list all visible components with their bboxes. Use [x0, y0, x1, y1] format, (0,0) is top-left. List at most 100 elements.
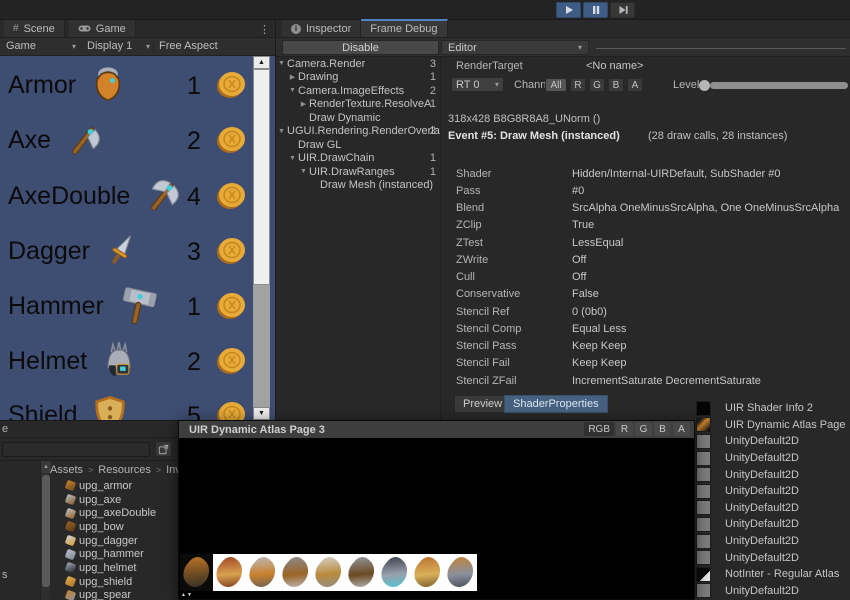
- atlas-channel-g-button[interactable]: G: [635, 422, 652, 436]
- search-input[interactable]: [2, 442, 150, 457]
- tree-row[interactable]: ▼UIR.DrawChain1: [276, 152, 440, 166]
- tree-row[interactable]: ▼UGUI.Rendering.RenderOverla2: [276, 125, 440, 139]
- asset-item[interactable]: upg_shield: [50, 575, 178, 589]
- asset-item[interactable]: upg_axe: [50, 493, 178, 507]
- list-item-armor[interactable]: Armor: [8, 63, 130, 107]
- levels-slider-track[interactable]: [710, 82, 848, 89]
- texture-list-item[interactable]: UnityDefault2D: [696, 433, 850, 450]
- breadcrumb-resources[interactable]: Resources: [98, 464, 151, 476]
- target-label: Editor: [448, 42, 477, 54]
- texture-list-item[interactable]: UnityDefault2D: [696, 483, 850, 500]
- list-item-dagger[interactable]: Dagger: [8, 229, 142, 273]
- disable-button[interactable]: Disable: [282, 40, 439, 55]
- texture-list-item[interactable]: UnityDefault2D: [696, 466, 850, 483]
- tree-row[interactable]: ▶RenderTexture.ResolveA1: [276, 98, 440, 112]
- list-item-shield[interactable]: Shield: [8, 393, 132, 420]
- atlas-channel-a-button[interactable]: A: [673, 422, 690, 436]
- asset-item[interactable]: upg_bow: [50, 520, 178, 534]
- tab-inspector[interactable]: i Inspector: [282, 20, 361, 37]
- texture-name: UnityDefault2D: [725, 502, 799, 514]
- tab-frame-debug[interactable]: Frame Debug: [361, 19, 447, 37]
- item-qty: 2: [176, 348, 212, 377]
- texture-list-item[interactable]: UIR Shader Info 2: [696, 400, 850, 417]
- texture-list-item[interactable]: UnityDefault2D: [696, 516, 850, 533]
- asset-item[interactable]: upg_dagger: [50, 534, 178, 548]
- tree-row[interactable]: Draw GL: [276, 138, 440, 152]
- shader-properties-button[interactable]: ShaderProperties: [504, 395, 608, 413]
- panel-menu-icon[interactable]: ⋮: [259, 23, 270, 36]
- tree-row[interactable]: Draw Mesh (instanced): [276, 179, 440, 193]
- channel-a-button[interactable]: A: [627, 78, 643, 92]
- asset-item[interactable]: upg_axeDouble: [50, 506, 178, 520]
- list-item-helmet[interactable]: Helmet: [8, 339, 141, 383]
- project-scrollbar[interactable]: ▲: [40, 461, 50, 600]
- breadcrumb-inventory[interactable]: Inv: [166, 464, 178, 476]
- coin-icon: [215, 181, 249, 211]
- tree-count: 2: [430, 125, 436, 137]
- atlas-channel-rgb-button[interactable]: RGB: [584, 422, 614, 436]
- channel-b-button[interactable]: B: [608, 78, 624, 92]
- atlas-channel-r-button[interactable]: R: [616, 422, 633, 436]
- frame-debug-toolbar: Disable Editor ▾: [276, 38, 850, 57]
- tree-row[interactable]: ▼UIR.DrawRanges1: [276, 165, 440, 179]
- property-label: Stencil Ref: [442, 306, 572, 318]
- display-dropdown[interactable]: Display 1 ▾: [87, 40, 150, 52]
- scroll-up-button[interactable]: ▲: [253, 56, 270, 69]
- coin-icon: [215, 346, 249, 376]
- target-dropdown[interactable]: Editor ▾: [441, 40, 589, 55]
- texture-list-item[interactable]: UIR Dynamic Atlas Page: [696, 417, 850, 434]
- tab-scene[interactable]: # Scene: [4, 20, 65, 37]
- tree-row[interactable]: ▼Camera.Render3: [276, 57, 440, 71]
- channel-g-button[interactable]: G: [589, 78, 605, 92]
- toolbar-divider: [153, 40, 154, 53]
- levels-slider-handle[interactable]: [699, 80, 710, 91]
- texture-list-item[interactable]: UnityDefault2D: [696, 549, 850, 566]
- texture-list-item[interactable]: UnityDefault2D: [696, 583, 850, 600]
- game-scrollbar[interactable]: ▲ ▼: [253, 56, 270, 420]
- atlas-preview-window: UIR Dynamic Atlas Page 3 RGB R G B A ▲▼: [178, 420, 695, 600]
- scrollbar-thumb[interactable]: [253, 69, 270, 285]
- event-slider-track[interactable]: [596, 48, 846, 49]
- helmet-sprite-icon: [97, 339, 141, 383]
- step-button[interactable]: [610, 2, 635, 18]
- texture-list-item[interactable]: NotInter - Regular Atlas: [696, 566, 850, 583]
- event-title: Event #5: Draw Mesh (instanced): [448, 130, 620, 142]
- atlas-channel-b-button[interactable]: B: [654, 422, 671, 436]
- tree-partial-text: s: [2, 569, 8, 581]
- asset-sprite-icon: [65, 494, 77, 506]
- texture-list-item[interactable]: UnityDefault2D: [696, 500, 850, 517]
- property-value: Equal Less: [572, 323, 626, 335]
- breadcrumb-assets[interactable]: Assets: [50, 464, 83, 476]
- asset-item[interactable]: upg_armor: [50, 479, 178, 493]
- list-item-axedouble[interactable]: AxeDouble: [8, 174, 186, 218]
- tab-game[interactable]: Game: [69, 20, 136, 37]
- channel-all-button[interactable]: All: [545, 78, 567, 92]
- asset-item[interactable]: upg_hammer: [50, 547, 178, 561]
- texture-list-item[interactable]: UnityDefault2D: [696, 450, 850, 467]
- scroll-down-button[interactable]: ▼: [253, 407, 270, 420]
- asset-name: upg_dagger: [79, 535, 138, 547]
- main-toolbar: [0, 0, 850, 20]
- preview-button[interactable]: Preview: [454, 395, 511, 413]
- asset-item[interactable]: upg_helmet: [50, 561, 178, 575]
- tree-row[interactable]: Draw Dynamic: [276, 111, 440, 125]
- play-button[interactable]: [556, 2, 581, 18]
- list-item-axe[interactable]: Axe: [8, 118, 107, 162]
- channel-r-button[interactable]: R: [570, 78, 586, 92]
- asset-sprite-icon: [65, 535, 77, 547]
- game-mode-dropdown[interactable]: Game ▾: [6, 40, 76, 52]
- tree-row[interactable]: ▶Drawing1: [276, 71, 440, 85]
- texture-list-item[interactable]: UnityDefault2D: [696, 533, 850, 550]
- list-item-hammer[interactable]: Hammer: [8, 284, 162, 328]
- pause-button[interactable]: [583, 2, 608, 18]
- rt-dropdown[interactable]: RT 0 ▾: [451, 77, 504, 92]
- aspect-dropdown[interactable]: Free Aspect: [159, 40, 218, 52]
- dagger-sprite-icon: [100, 230, 142, 272]
- project-folder-tree[interactable]: s: [0, 461, 40, 600]
- property-label: ZTest: [442, 237, 572, 249]
- tree-row[interactable]: ▼Camera.ImageEffects2: [276, 84, 440, 98]
- scrollbar-thumb[interactable]: [42, 475, 50, 587]
- asset-item[interactable]: upg_spear: [50, 589, 178, 600]
- game-view: Armor Axe AxeDouble Dagger Hammer Helmet: [0, 56, 275, 420]
- open-in-window-button[interactable]: [155, 441, 172, 457]
